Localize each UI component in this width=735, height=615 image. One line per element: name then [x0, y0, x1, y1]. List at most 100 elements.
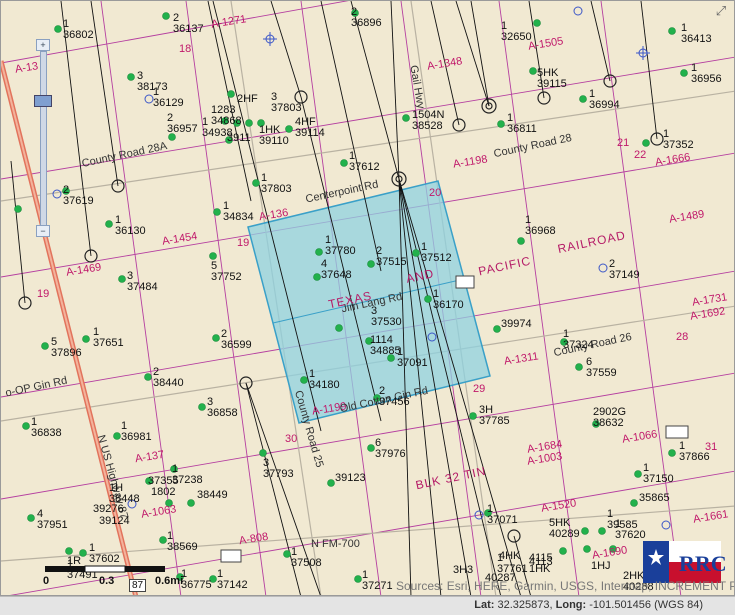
lat-label: Lat: — [474, 599, 495, 611]
well-label[interactable]: 3 37793 — [263, 458, 294, 480]
well-label[interactable]: 1 37780 — [325, 235, 356, 257]
well-label[interactable]: 1 36130 — [115, 215, 146, 237]
well-label[interactable]: 1114 34885 — [370, 335, 401, 357]
well-api: 36599 — [221, 339, 252, 351]
well-label[interactable]: 6 37976 — [375, 438, 406, 460]
well-label[interactable]: 3H3 — [453, 565, 473, 576]
well-label[interactable]: 1 34834 — [223, 201, 254, 223]
well-label[interactable]: 38449 — [197, 490, 228, 501]
well-label[interactable]: 35865 — [639, 493, 670, 504]
zoom-slider[interactable]: + − — [34, 39, 52, 237]
well-label[interactable]: 2 37149 — [609, 259, 640, 281]
well-label[interactable]: 5 37752 — [211, 261, 242, 283]
well-api: 38528 — [412, 120, 443, 132]
well-number: 3911 — [227, 132, 251, 144]
well-label[interactable]: 1 32650 — [501, 21, 532, 43]
well-label[interactable]: 6 37559 — [586, 357, 617, 379]
well-label[interactable]: 5HK 39115 — [537, 68, 567, 90]
well-label[interactable]: 1 34180 — [309, 369, 340, 391]
well-label[interactable]: 1504N 38528 — [412, 110, 444, 132]
datum-label: (WGS 84) — [654, 599, 703, 611]
well-api: 37071 — [487, 514, 518, 526]
well-label[interactable]: 2 37619 — [63, 185, 94, 207]
well-label[interactable]: 3H 37785 — [479, 405, 510, 427]
well-label[interactable]: 1 36775 — [181, 569, 212, 591]
well-number: 4HK — [499, 550, 521, 562]
well-label[interactable]: 1 36170 — [433, 289, 464, 311]
well-label[interactable]: 4 37951 — [37, 509, 68, 531]
well-label[interactable]: 1 36838 — [31, 417, 62, 439]
well-api: 37324 — [563, 339, 594, 351]
zoom-handle[interactable] — [34, 95, 52, 107]
well-label[interactable]: 1 36994 — [589, 89, 620, 111]
well-label[interactable]: 4HF 39114 — [295, 117, 325, 139]
well-label[interactable]: 1 38569 — [167, 531, 198, 553]
well-label[interactable]: 1 36802 — [63, 19, 94, 41]
well-label[interactable]: 1 37142 — [217, 569, 248, 591]
well-label[interactable]: 2 38440 — [153, 367, 184, 389]
rrc-logo-text: RRC — [679, 551, 727, 576]
well-api: 37559 — [586, 367, 617, 379]
well-label[interactable]: 2 36896 — [351, 7, 382, 29]
well-label[interactable]: 1 36811 — [507, 113, 537, 135]
well-label[interactable]: 1HK 39110 — [259, 125, 289, 147]
well-api: 36957 — [167, 123, 198, 135]
well-label[interactable]: 2 37515 — [376, 246, 407, 268]
well-label[interactable]: 2 36599 — [221, 329, 252, 351]
well-label[interactable]: 3 37530 — [371, 306, 402, 328]
well-label[interactable]: 5HK 40289 — [549, 518, 580, 540]
well-label[interactable]: 3 36858 — [207, 397, 238, 419]
well-label[interactable]: 1 36968 — [525, 215, 556, 237]
well-label[interactable]: 1 36956 — [691, 63, 722, 85]
well-label[interactable]: 2902G 38632 — [593, 407, 626, 429]
map-attribution: Sources: Esri, HERE, Garmin, USGS, Inter… — [396, 579, 734, 593]
well-label[interactable]: 5 37896 — [51, 337, 82, 359]
well-number: 1HJ — [591, 560, 611, 572]
well-label[interactable]: 39123 — [335, 473, 366, 484]
well-label[interactable]: 1 37508 — [291, 547, 322, 569]
zoom-out-button[interactable]: − — [36, 225, 50, 237]
expand-icon[interactable]: ⤢ — [714, 4, 728, 18]
well-label[interactable]: 1 37091 — [397, 347, 428, 369]
well-api: 37456 — [379, 396, 410, 408]
well-label[interactable]: 1802 — [151, 487, 175, 498]
well-label[interactable]: 1 36129 — [153, 87, 184, 109]
well-label[interactable]: 4HK — [499, 551, 520, 562]
well-label[interactable]: 1 37512 — [421, 242, 452, 264]
zoom-in-button[interactable]: + — [36, 39, 50, 51]
well-label[interactable]: 3 37803 — [271, 92, 302, 114]
well-label[interactable]: 1 37620 — [615, 519, 646, 541]
well-label[interactable]: 1 37803 — [261, 173, 292, 195]
well-label[interactable]: 3911 — [227, 133, 251, 144]
well-api: 37352 — [663, 139, 694, 151]
well-api: 37785 — [479, 415, 510, 427]
well-api: 37976 — [375, 448, 406, 460]
well-label[interactable]: 1 37271 — [362, 570, 393, 592]
well-label[interactable]: 1 37612 — [349, 151, 380, 173]
well-api: 39115 — [537, 78, 567, 90]
map-view[interactable]: A-1271 A-13 A-1348 A-1505 A-1198 A-1666 … — [0, 0, 735, 596]
well-label[interactable]: 39974 — [501, 319, 532, 330]
well-label[interactable]: 2 37456 — [379, 386, 410, 408]
well-label[interactable]: 4115 1HK — [529, 553, 553, 575]
well-label[interactable]: 2 36137 — [173, 13, 204, 35]
well-label[interactable]: 1 37071 — [487, 504, 518, 526]
well-label[interactable]: 3 37484 — [127, 271, 158, 293]
well-label[interactable]: 39124 — [99, 516, 130, 527]
well-label[interactable]: 1 37866 — [679, 441, 710, 463]
well-label[interactable]: 1HJ — [591, 561, 611, 572]
well-label[interactable]: 1H 38448 — [109, 483, 140, 505]
well-api: 37866 — [679, 451, 710, 463]
well-label[interactable]: 1 37651 — [93, 327, 124, 349]
well-label[interactable]: 1 36981 — [121, 421, 152, 443]
well-label[interactable]: 4 37648 — [321, 259, 352, 281]
well-label[interactable]: 1 37352 — [663, 129, 694, 151]
well-label[interactable]: 2HF — [237, 94, 258, 105]
well-label[interactable]: 1 37324 — [563, 329, 594, 351]
well-label[interactable]: 39276 — [93, 504, 124, 515]
well-label[interactable]: 1 37150 — [643, 463, 674, 485]
well-label[interactable]: 2 36957 — [167, 113, 198, 135]
well-label[interactable]: 1 36413 — [681, 23, 712, 45]
well-api: 37271 — [362, 580, 393, 592]
zoom-track[interactable] — [40, 51, 47, 233]
